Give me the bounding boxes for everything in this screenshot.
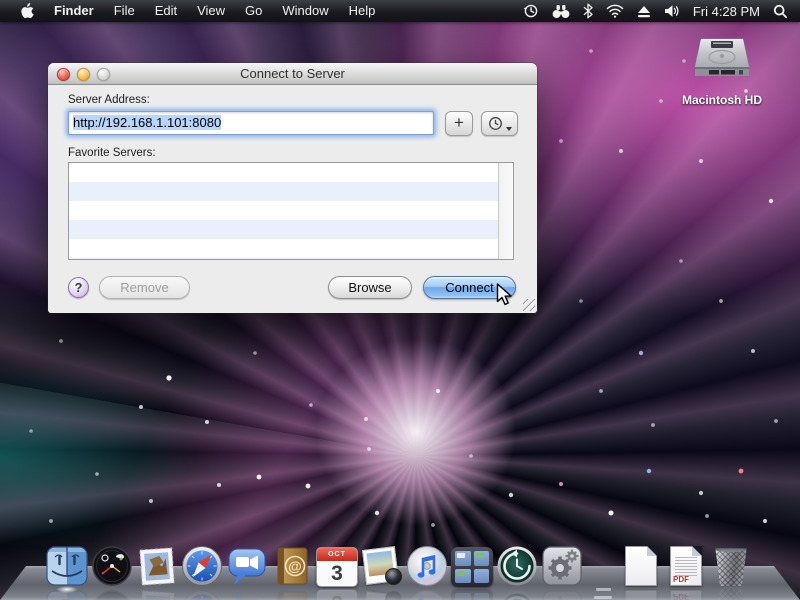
dock: @ OCT 3 — [46, 545, 755, 587]
pdf-label: PDF — [673, 576, 689, 584]
itunes-icon — [406, 545, 448, 587]
dock-item-spaces[interactable] — [451, 545, 493, 587]
selected-text: http://192.168.1.101:8080 — [73, 115, 221, 130]
dock-item-trash[interactable] — [710, 545, 752, 587]
address-book-icon: @ — [271, 545, 313, 587]
dock-item-address-book[interactable]: @ — [271, 545, 313, 587]
mail-icon — [136, 545, 178, 587]
dock-item-finder[interactable] — [46, 545, 88, 587]
menu-bar-left: Finder File Edit View Go Window Help — [0, 0, 385, 22]
drive-label: Macintosh HD — [674, 93, 770, 107]
server-address-label: Server Address: — [68, 94, 150, 106]
dock-item-mail[interactable] — [136, 545, 178, 587]
wifi-icon[interactable] — [606, 4, 624, 18]
favorite-servers-label: Favorite Servers: — [68, 147, 156, 159]
dropdown-caret-icon — [506, 127, 512, 131]
dock-item-time-machine[interactable] — [496, 545, 538, 587]
spaces-icon — [451, 547, 493, 587]
menu-view[interactable]: View — [187, 0, 235, 22]
dock-item-iphoto[interactable] — [361, 545, 403, 587]
volume-icon[interactable] — [664, 4, 680, 18]
menu-bar-status-area: Fri 4:28 PM — [523, 0, 800, 22]
server-address-input[interactable]: http://192.168.1.101:8080 — [68, 111, 434, 135]
add-favorite-button[interactable]: + — [445, 111, 473, 136]
safari-icon — [181, 545, 223, 587]
menu-finder[interactable]: Finder — [44, 0, 104, 22]
spotlight-icon[interactable] — [773, 4, 788, 19]
menu-help[interactable]: Help — [339, 0, 386, 22]
remove-button: Remove — [99, 276, 190, 299]
pdf-document-icon: PDF — [670, 546, 702, 586]
svg-text:@: @ — [288, 558, 302, 574]
connect-to-server-window: Connect to Server Server Address: http:/… — [48, 63, 537, 313]
help-button[interactable]: ? — [68, 277, 89, 298]
finder-running-indicator — [56, 586, 78, 593]
window-resize-grip[interactable] — [523, 299, 535, 311]
binoculars-icon[interactable] — [552, 4, 570, 19]
bluetooth-icon[interactable] — [583, 3, 593, 19]
finder-icon — [46, 545, 88, 587]
dock-item-document[interactable] — [620, 545, 662, 587]
ical-month: OCT — [317, 548, 357, 561]
menu-bar: Finder File Edit View Go Window Help — [0, 0, 800, 22]
ichat-icon — [226, 545, 268, 587]
browse-button[interactable]: Browse — [328, 276, 412, 299]
menu-file[interactable]: File — [104, 0, 145, 22]
recent-servers-button[interactable] — [481, 111, 518, 136]
ical-day: 3 — [317, 561, 357, 586]
time-machine-menu-icon[interactable] — [523, 3, 539, 19]
clock-history-icon — [488, 116, 503, 131]
dock-separator — [586, 545, 620, 587]
close-button[interactable] — [57, 68, 70, 81]
trash-icon — [714, 546, 748, 586]
desktop-icon-macintosh-hd[interactable]: Macintosh HD — [674, 31, 770, 107]
camera-lens-icon — [385, 568, 402, 585]
zoom-button[interactable] — [97, 68, 110, 81]
window-title-bar[interactable]: Connect to Server — [48, 63, 537, 85]
apple-menu-icon[interactable] — [10, 3, 44, 19]
document-icon — [625, 546, 657, 586]
hard-drive-icon — [689, 31, 755, 85]
dock-item-system-preferences[interactable] — [541, 545, 583, 587]
favorite-servers-list[interactable] — [68, 162, 514, 260]
minimize-button[interactable] — [77, 68, 90, 81]
iphoto-icon — [361, 545, 403, 587]
time-machine-icon — [496, 545, 538, 587]
dock-item-pdf-document[interactable]: PDF — [665, 545, 707, 587]
dock-item-itunes[interactable] — [406, 545, 448, 587]
dock-item-dashboard[interactable] — [91, 545, 133, 587]
window-title: Connect to Server — [240, 66, 345, 81]
dashboard-icon — [91, 545, 133, 587]
eject-icon[interactable] — [637, 5, 651, 18]
menu-edit[interactable]: Edit — [145, 0, 187, 22]
mouse-cursor-icon — [496, 283, 514, 312]
ical-icon: OCT 3 — [316, 547, 358, 587]
system-preferences-icon — [541, 545, 583, 587]
menu-bar-clock[interactable]: Fri 4:28 PM — [693, 4, 760, 19]
dock-item-safari[interactable] — [181, 545, 223, 587]
traffic-lights — [57, 68, 110, 81]
dock-item-ichat[interactable] — [226, 545, 268, 587]
dock-item-ical[interactable]: OCT 3 — [316, 545, 358, 587]
menu-go[interactable]: Go — [235, 0, 272, 22]
list-scrollbar[interactable] — [498, 163, 513, 259]
menu-window[interactable]: Window — [272, 0, 338, 22]
